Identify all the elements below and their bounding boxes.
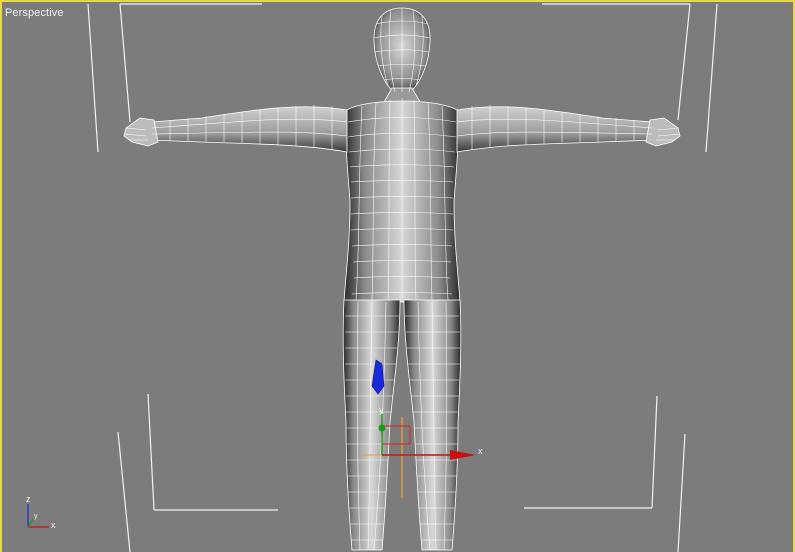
- world-axis-tripod: z x y: [26, 494, 56, 530]
- gizmo-y-label: y: [379, 405, 384, 415]
- world-z-label: z: [26, 494, 31, 504]
- perspective-viewport[interactable]: Perspective x y z x y: [0, 0, 795, 552]
- right-hand: [645, 117, 681, 147]
- world-y-axis: [27, 518, 34, 528]
- gizmo-x-label: x: [478, 446, 483, 456]
- gizmo-x-arrow: [450, 450, 476, 460]
- gizmo-y-handle: [378, 424, 386, 432]
- scene-canvas[interactable]: x y z x y: [2, 2, 795, 552]
- world-x-label: x: [51, 520, 56, 530]
- right-arm: [456, 106, 655, 153]
- left-hand: [123, 117, 159, 147]
- world-y-label: y: [34, 513, 38, 520]
- left-arm: [149, 106, 348, 153]
